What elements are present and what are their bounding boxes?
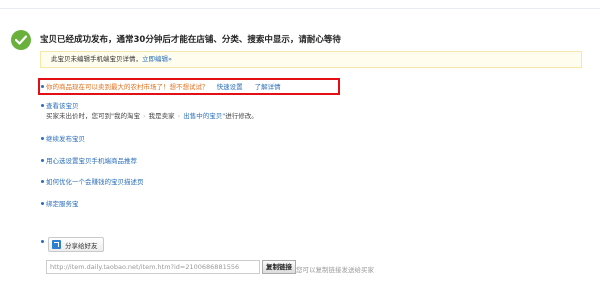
share-button-label: 分享给好友	[65, 241, 98, 250]
bullet-icon	[41, 240, 44, 243]
publish-success-title: 宝贝已经成功发布，通常30分钟后才能在店铺、分类、搜索中显示，请耐心等待	[40, 35, 341, 45]
description-suffix: 进行修改。	[225, 112, 258, 120]
notice-text: 此宝贝未编辑手机端宝贝详情，	[51, 55, 142, 63]
rural-market-promo: 你的商品现在可以卖到最大的农村市场了！想不想试试？ 快速设置 了解详情	[46, 81, 281, 91]
chevron-right-icon: ›	[143, 112, 146, 120]
bullet-icon	[41, 104, 44, 107]
share-icon	[52, 240, 61, 249]
mobile-recommend-link[interactable]: 用心选设置宝贝手机端商品推荐	[46, 155, 137, 165]
bullet-icon	[41, 137, 44, 140]
view-item-description: 买家未出价时，您可到"我的淘宝 › 我是卖家 › 出售中的宝贝"进行修改。	[46, 110, 258, 120]
quick-setup-link[interactable]: 快速设置	[217, 83, 243, 91]
continue-publish-link[interactable]: 继续发布宝贝	[46, 133, 85, 143]
learn-more-link[interactable]: 了解详情	[255, 83, 281, 91]
bullet-icon	[41, 159, 44, 162]
item-url-field[interactable]	[46, 260, 260, 274]
crumb-seller: 我是卖家	[148, 112, 175, 120]
checkmark-success-icon	[11, 30, 31, 50]
view-item-link[interactable]: 查看该宝贝	[46, 100, 79, 110]
optimize-detail-link[interactable]: 如何优化一个会赚钱的宝贝描述页	[46, 176, 144, 186]
mobile-detail-notice: 此宝贝未编辑手机端宝贝详情，立即编辑»	[40, 51, 582, 68]
bullet-icon	[41, 180, 44, 183]
items-on-sale-link[interactable]: 出售中的宝贝"	[183, 112, 225, 120]
share-to-friends-button[interactable]: 分享给好友	[48, 237, 104, 252]
copy-hint-text: 您可以复制链接发送给买家	[296, 266, 374, 274]
bullet-icon	[41, 85, 44, 88]
top-divider	[0, 8, 600, 9]
bind-service-link[interactable]: 绑定服务宝	[46, 198, 79, 208]
bullet-icon	[41, 202, 44, 205]
edit-now-link[interactable]: 立即编辑»	[142, 55, 172, 63]
description-text: 买家未出价时，您可到"我的淘宝	[46, 112, 140, 120]
copy-link-button[interactable]: 复制链接	[262, 260, 296, 274]
chevron-right-icon: ›	[177, 112, 181, 120]
promo-text: 你的商品现在可以卖到最大的农村市场了！想不想试试？	[46, 83, 209, 91]
